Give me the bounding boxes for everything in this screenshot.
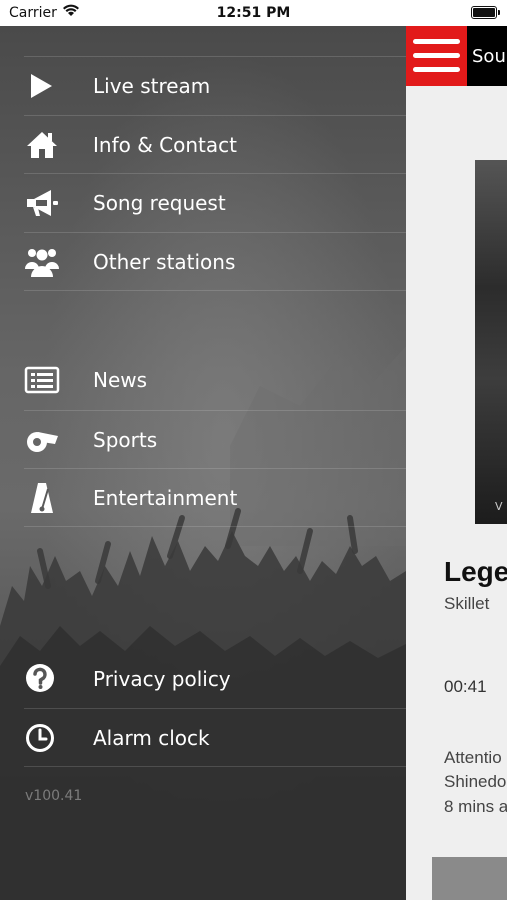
hamburger-bar bbox=[413, 53, 460, 58]
play-icon bbox=[24, 69, 60, 103]
menu-item-sports[interactable]: Sports bbox=[24, 410, 406, 469]
news-time-ago: 8 mins a bbox=[444, 797, 507, 816]
menu-divider bbox=[24, 766, 406, 768]
battery-icon bbox=[471, 6, 500, 19]
menu-item-news[interactable]: News bbox=[24, 351, 406, 409]
elapsed-time: 00:41 bbox=[444, 677, 487, 696]
cover-letter: V bbox=[495, 500, 503, 513]
news-headline-line[interactable]: Shinedo bbox=[444, 772, 506, 792]
menu-label-sports: Sports bbox=[93, 428, 158, 452]
menu-item-live-stream[interactable]: Live stream bbox=[24, 56, 406, 115]
menu-item-info-contact[interactable]: Info & Contact bbox=[24, 115, 406, 174]
group-icon bbox=[24, 245, 60, 279]
menu-item-other-stations[interactable]: Other stations bbox=[24, 232, 406, 291]
top-bar: Sou bbox=[406, 26, 507, 86]
news-headline-line[interactable]: Attentio bbox=[444, 748, 502, 768]
menu-label-news: News bbox=[93, 368, 148, 392]
whistle-icon bbox=[24, 423, 60, 457]
menu-label-entertainment: Entertainment bbox=[93, 486, 238, 510]
newspaper-icon bbox=[24, 363, 60, 397]
menu-toggle-button[interactable] bbox=[406, 26, 467, 86]
menu-item-alarm-clock[interactable]: Alarm clock bbox=[24, 708, 406, 767]
megaphone-icon bbox=[24, 186, 60, 220]
hamburger-bar bbox=[413, 39, 460, 44]
song-title: Lege bbox=[444, 556, 507, 587]
status-bar: Carrier 12:51 PM bbox=[0, 0, 507, 26]
hamburger-bar bbox=[413, 67, 460, 72]
metronome-icon bbox=[24, 481, 60, 515]
artist-name: Skillet bbox=[444, 594, 490, 613]
main-content: Sou V Lege Skillet 00:41 Attentio Shined… bbox=[406, 26, 507, 900]
help-circle-icon bbox=[24, 662, 60, 696]
menu-item-privacy-policy[interactable]: Privacy policy bbox=[24, 650, 406, 708]
menu-label-other-stations: Other stations bbox=[93, 250, 236, 274]
menu-divider bbox=[24, 526, 406, 528]
menu-divider bbox=[24, 290, 406, 292]
menu-label-live-stream: Live stream bbox=[93, 74, 211, 98]
menu-item-entertainment[interactable]: Entertainment bbox=[24, 468, 406, 527]
station-title: Sou bbox=[472, 46, 506, 67]
album-cover-image: V bbox=[475, 160, 507, 524]
clock-time: 12:51 PM bbox=[216, 5, 291, 21]
app-version: v100.41 bbox=[25, 788, 83, 804]
menu-label-song-request: Song request bbox=[93, 191, 226, 215]
bottom-player-bar[interactable] bbox=[432, 857, 507, 900]
menu-label-alarm-clock: Alarm clock bbox=[93, 726, 210, 750]
side-drawer: Live stream Info & Contact Song request … bbox=[0, 26, 406, 900]
menu-label-info-contact: Info & Contact bbox=[93, 133, 237, 157]
menu-item-song-request[interactable]: Song request bbox=[24, 173, 406, 232]
home-icon bbox=[24, 128, 60, 162]
menu-label-privacy-policy: Privacy policy bbox=[93, 667, 231, 691]
clock-icon bbox=[24, 721, 60, 755]
